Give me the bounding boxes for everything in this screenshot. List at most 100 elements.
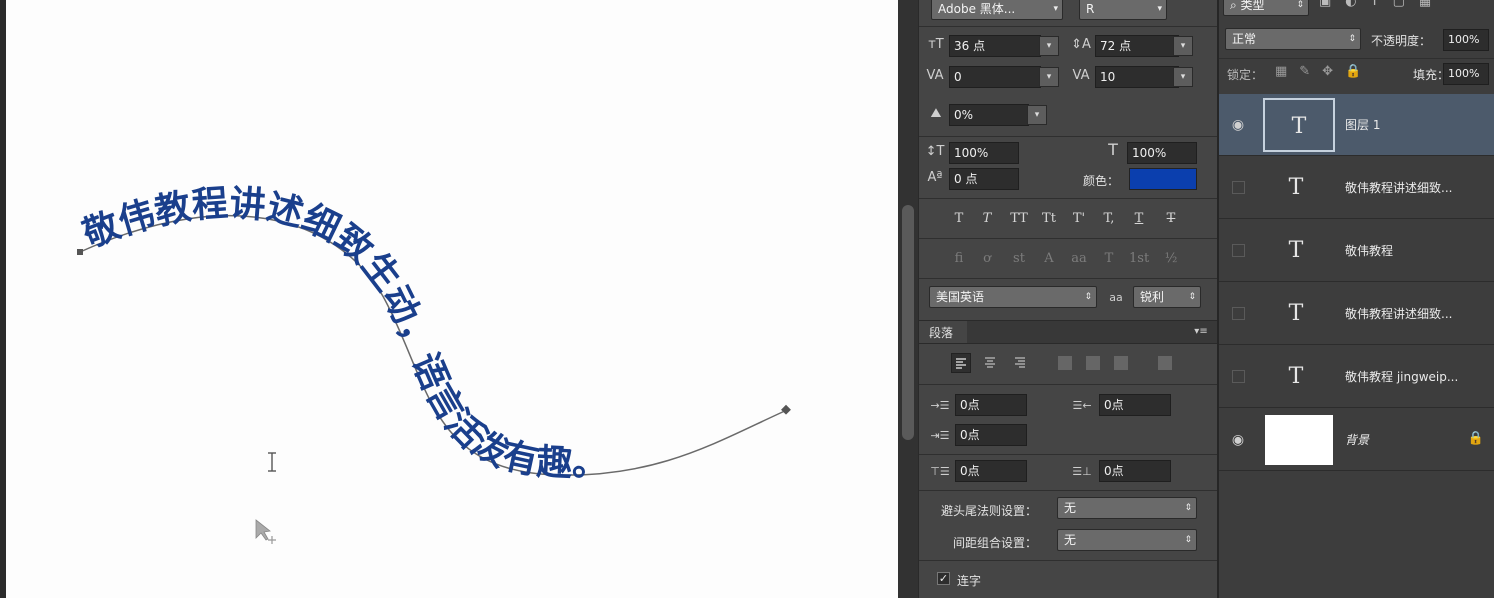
canvas-left-edge — [0, 0, 6, 598]
align-left-icon — [956, 358, 966, 369]
justify-last-left-button[interactable] — [1055, 353, 1075, 373]
eye-icon[interactable]: ◉ — [1229, 116, 1247, 134]
layer-name: 敬伟教程 jingweip... — [1345, 370, 1459, 384]
mojikumi-select[interactable]: 无 ⇕ — [1057, 529, 1197, 551]
opentype-button[interactable]: A — [1039, 250, 1059, 268]
layer-row[interactable]: T 敬伟教程 — [1219, 220, 1494, 282]
layer-kind-filter[interactable]: ⌕ 类型 ⇕ — [1223, 0, 1309, 16]
align-center-button[interactable] — [981, 353, 1001, 373]
antialias-icon: aa — [1109, 291, 1123, 304]
opacity-field[interactable]: 100% — [1443, 29, 1489, 51]
kerning-field[interactable]: 0 — [949, 66, 1041, 88]
text-style-button[interactable]: T — [1129, 210, 1149, 228]
antialias-select[interactable]: 锐利 ⇕ — [1133, 286, 1201, 308]
visibility-toggle[interactable] — [1232, 307, 1245, 320]
justify-last-center-button[interactable] — [1083, 353, 1103, 373]
space-before-field[interactable]: 0点 — [955, 460, 1027, 482]
text-color-swatch[interactable] — [1129, 168, 1197, 190]
layer-row[interactable]: T 敬伟教程讲述细致... — [1219, 157, 1494, 219]
eye-icon[interactable]: ◉ — [1229, 431, 1247, 449]
chevron-down-icon: ▾ — [1053, 4, 1058, 14]
indent-first-line-field[interactable]: 0点 — [955, 424, 1027, 446]
tracking-field[interactable]: 10 — [1095, 66, 1179, 88]
kerning-icon: VA — [926, 68, 944, 83]
tracking-dropdown[interactable]: ▾ — [1173, 67, 1193, 87]
baseline-shift-field[interactable]: 0 点 — [949, 168, 1019, 190]
vertical-scrollbar[interactable] — [898, 0, 918, 598]
opentype-button[interactable]: ơ — [977, 250, 997, 268]
opentype-button[interactable]: T — [1099, 250, 1119, 268]
chevron-updown-icon: ⇕ — [1084, 292, 1092, 302]
layer-filter-icons[interactable]: ▣◐T▢▦ — [1319, 0, 1489, 16]
text-style-button[interactable]: T — [949, 210, 969, 228]
text-style-button[interactable]: Tt — [1039, 210, 1059, 228]
text-style-button[interactable]: T — [977, 210, 997, 228]
text-style-button[interactable]: T' — [1069, 210, 1089, 228]
layer-name: 背景 — [1345, 433, 1370, 447]
paragraph-panel-header[interactable]: 段落 ▾≡ — [919, 320, 1217, 344]
kerning-dropdown[interactable]: ▾ — [1039, 67, 1059, 87]
justify-last-right-button[interactable] — [1111, 353, 1131, 373]
text-layer-icon: T — [1288, 301, 1304, 326]
layer-row[interactable]: T 敬伟教程讲述细致... — [1219, 283, 1494, 345]
vertical-scale-field[interactable]: 100% — [949, 142, 1019, 164]
hyphenate-checkbox[interactable]: ✓ — [937, 572, 950, 585]
layer-row[interactable]: T 敬伟教程 jingweip... — [1219, 346, 1494, 408]
path-anchor-end[interactable] — [781, 404, 791, 415]
panel-menu-icon[interactable]: ▾≡ — [1191, 324, 1211, 340]
indent-first-line-icon: ⇥☰ — [930, 429, 950, 442]
text-style-button[interactable]: TT — [1009, 210, 1029, 228]
divider — [919, 384, 1217, 385]
tracking-icon: VA — [1072, 68, 1090, 83]
leading-dropdown[interactable]: ▾ — [1173, 36, 1193, 56]
text-style-button[interactable]: T, — [1099, 210, 1119, 228]
hyphenate-label: 连字 — [957, 574, 982, 588]
leading-field[interactable]: 72 点 — [1095, 35, 1179, 57]
visibility-toggle[interactable] — [1232, 181, 1245, 194]
background-thumbnail — [1265, 415, 1333, 465]
justify-all-button[interactable] — [1155, 353, 1175, 373]
kinsoku-select[interactable]: 无 ⇕ — [1057, 497, 1197, 519]
blend-mode-select[interactable]: 正常 ⇕ — [1225, 28, 1361, 50]
font-size-field[interactable]: 36 点 — [949, 35, 1041, 57]
indent-left-field[interactable]: 0点 — [955, 394, 1027, 416]
tsume-field[interactable]: 0% — [949, 104, 1029, 126]
font-style-select[interactable]: R ▾ — [1079, 0, 1167, 20]
text-style-button[interactable]: T — [1161, 210, 1181, 228]
text-layer-icon: T — [1288, 238, 1304, 263]
indent-right-field[interactable]: 0点 — [1099, 394, 1171, 416]
opentype-button[interactable]: aa — [1069, 250, 1089, 268]
fill-field[interactable]: 100% — [1443, 63, 1489, 85]
layer-row[interactable]: ◉ T 图层 1 — [1219, 94, 1494, 156]
color-label: 颜色： — [1083, 174, 1120, 188]
lock-label: 锁定： — [1227, 68, 1264, 82]
font-family-select[interactable]: Adobe 黑体... ▾ — [931, 0, 1063, 20]
language-select[interactable]: 美国英语 ⇕ — [929, 286, 1097, 308]
opentype-button[interactable]: 1st — [1129, 250, 1149, 268]
scrollbar-thumb[interactable] — [902, 205, 914, 440]
opentype-button[interactable]: ½ — [1161, 250, 1181, 268]
space-after-field[interactable]: 0点 — [1099, 460, 1171, 482]
path-anchor-start[interactable] — [77, 249, 83, 255]
indent-right-icon: ☰← — [1072, 399, 1092, 412]
paragraph-tab[interactable]: 段落 — [919, 321, 967, 343]
layer-name: 图层 1 — [1345, 118, 1381, 132]
layer-row[interactable]: ◉ 背景 🔒 — [1219, 409, 1494, 471]
horizontal-scale-field[interactable]: 100% — [1127, 142, 1197, 164]
visibility-toggle[interactable] — [1232, 244, 1245, 257]
lock-icons[interactable]: ▦✎✥🔒 — [1275, 64, 1373, 79]
chevron-updown-icon: ⇕ — [1188, 292, 1196, 302]
document-canvas[interactable]: 敬伟教程讲述细致生动，语言活泼有趣。 — [0, 0, 898, 598]
chevron-updown-icon: ⇕ — [1348, 34, 1356, 44]
layer-list: ◉ T 图层 1 T 敬伟教程讲述细致... T 敬伟教程 T 敬伟教程讲述细致... T 敬伟教程… — [1219, 94, 1494, 598]
path-text[interactable]: 敬伟教程讲述细致生动，语言活泼有趣。 — [77, 183, 609, 485]
font-size-dropdown[interactable]: ▾ — [1039, 36, 1059, 56]
align-right-button[interactable] — [1011, 353, 1031, 373]
space-after-icon: ☰⊥ — [1072, 465, 1092, 478]
divider — [1219, 58, 1494, 59]
opentype-button[interactable]: fi — [949, 250, 969, 268]
align-left-button[interactable] — [951, 353, 971, 373]
tsume-dropdown[interactable]: ▾ — [1027, 105, 1047, 125]
opentype-button[interactable]: st — [1009, 250, 1029, 268]
visibility-toggle[interactable] — [1232, 370, 1245, 383]
